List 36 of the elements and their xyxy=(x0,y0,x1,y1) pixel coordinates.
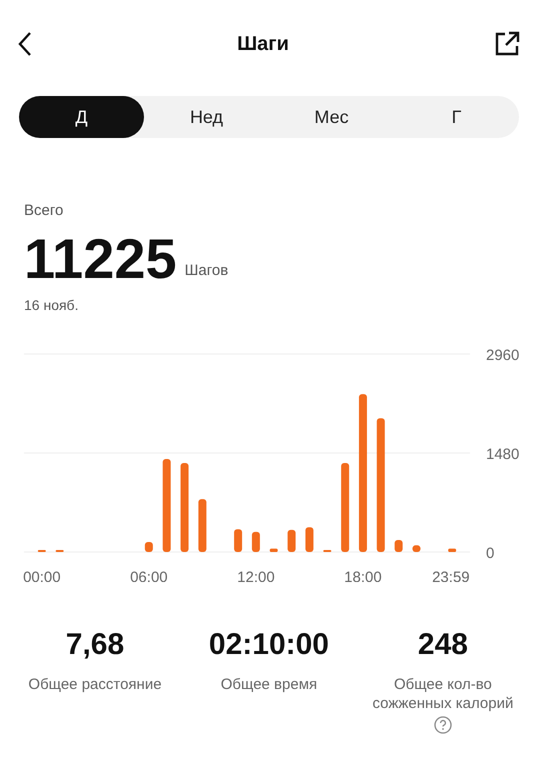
chart-bar xyxy=(198,498,206,552)
date-label: 16 нояб. xyxy=(24,296,80,314)
x-axis-label: 23:59 xyxy=(432,568,470,582)
period-tab[interactable]: Нед xyxy=(144,96,269,138)
chart-bar xyxy=(394,539,403,552)
x-axis-label: 06:00 xyxy=(130,568,168,582)
chart-bar xyxy=(252,531,260,552)
unit-label: Шагов xyxy=(184,261,228,281)
y-axis-label: 2960 xyxy=(486,346,520,364)
period-tab[interactable]: Д xyxy=(19,96,144,138)
stat-value: 248 xyxy=(418,626,468,662)
x-axis-label: 18:00 xyxy=(344,568,382,582)
back-icon[interactable] xyxy=(18,31,32,57)
period-tab[interactable]: Мес xyxy=(269,96,394,138)
chart-bar xyxy=(288,529,296,552)
step-total: 11225 xyxy=(24,230,177,286)
period-tab[interactable]: Г xyxy=(394,96,519,138)
total-label: Всего xyxy=(24,201,64,221)
y-axis-label: 0 xyxy=(486,544,494,562)
chart-bar xyxy=(305,526,314,552)
stat-value: 02:10:00 xyxy=(208,626,329,662)
stat-value: 7,68 xyxy=(66,626,124,662)
chart-bar xyxy=(412,544,420,552)
stat-label: Общее расстояние xyxy=(28,674,162,694)
stat-label: Общее кол-во сожженных калорий xyxy=(371,674,514,714)
x-axis-label: 12:00 xyxy=(237,568,275,582)
chart-bar xyxy=(144,541,153,552)
screen-title: Шаги xyxy=(237,32,289,57)
share-icon[interactable] xyxy=(494,31,520,57)
x-axis-label: 00:00 xyxy=(23,568,61,582)
chart-bar xyxy=(270,548,278,552)
y-axis-label: 1480 xyxy=(486,446,520,462)
chart-bar xyxy=(448,548,456,552)
help-icon[interactable] xyxy=(434,716,452,734)
stat-label: Общее время xyxy=(220,674,318,694)
chart-bar xyxy=(234,528,242,552)
